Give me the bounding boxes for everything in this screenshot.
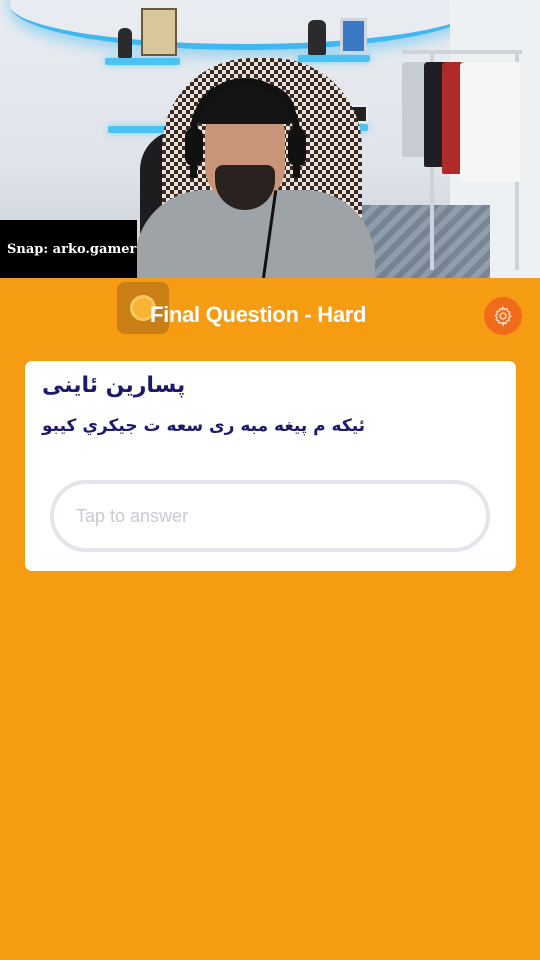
clothes-rack xyxy=(402,50,522,54)
question-line-1: پسارین ئاینی xyxy=(42,373,186,398)
headset xyxy=(190,78,300,178)
settings-button[interactable] xyxy=(484,297,522,335)
gear-icon xyxy=(494,305,512,327)
quiz-title: Final Question - Hard xyxy=(150,302,367,327)
led-arch xyxy=(10,0,480,50)
figure xyxy=(308,20,326,55)
question-card: پسارین ئاینی ئیکه م پیغه مبه ری سعه ت جی… xyxy=(25,361,516,571)
snap-handle-label: Snap: arko.gamer xyxy=(0,220,137,278)
shelf xyxy=(298,55,370,62)
headset-ear xyxy=(185,128,203,166)
shelf xyxy=(105,58,180,65)
headset-ear xyxy=(288,128,306,166)
answer-input[interactable]: Tap to answer xyxy=(50,480,490,552)
question-line-2: ئیکه م پیغه مبه ری سعه ت جیکري کیبو xyxy=(42,416,366,436)
shirt xyxy=(460,62,520,182)
wanted-poster xyxy=(141,8,177,56)
figure xyxy=(118,28,132,58)
answer-placeholder: Tap to answer xyxy=(76,505,189,526)
jersey-frame xyxy=(340,18,367,54)
